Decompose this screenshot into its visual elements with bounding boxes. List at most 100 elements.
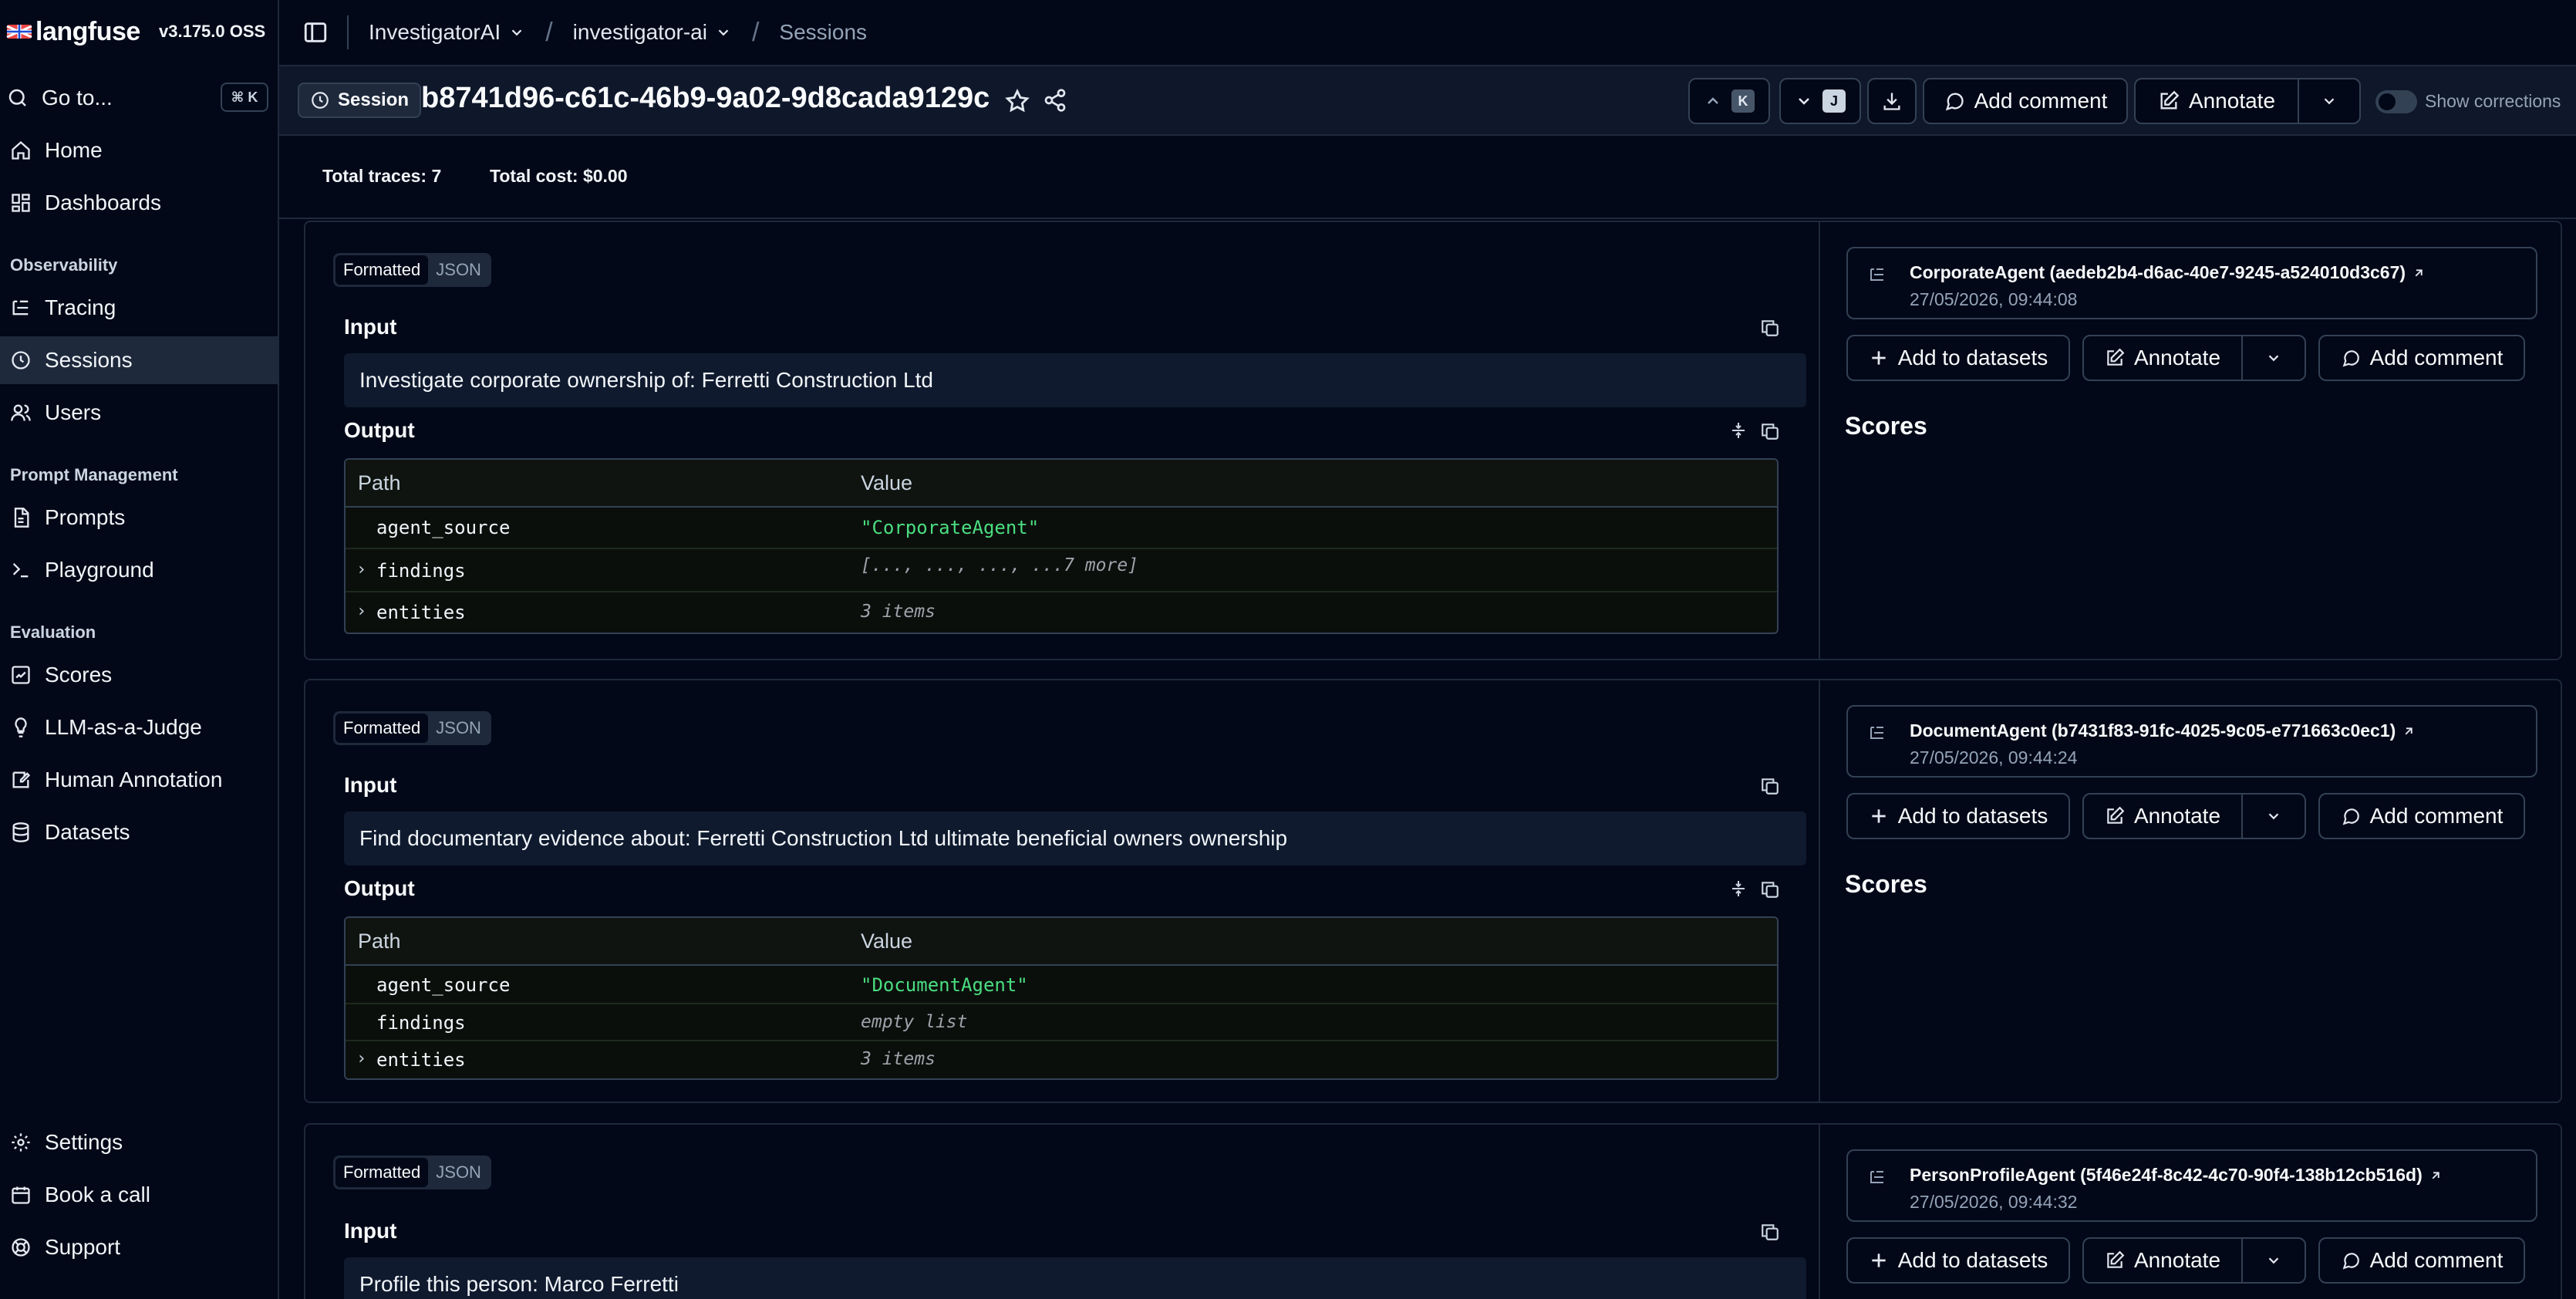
trace-timestamp: 27/05/2026, 09:44:32 [1910,1192,2078,1212]
sidebar-item-llm-as-a-judge[interactable]: LLM-as-a-Judge [0,703,278,751]
json-tab[interactable]: JSON [428,255,489,285]
next-session-button[interactable]: J [1779,78,1861,124]
tracing-icon [1870,727,1883,739]
show-corrections-toggle[interactable] [2375,90,2417,113]
copy-output-button[interactable] [1760,421,1780,441]
goto-search[interactable]: Go to... ⌘ K [6,81,268,115]
chevron-right-icon[interactable]: › [356,602,366,621]
breadcrumb-page[interactable]: Sessions [779,20,867,45]
download-icon [1883,93,1900,110]
add-to-datasets-button[interactable]: Add to datasets [1846,335,2070,381]
sidebar-item-playground[interactable]: Playground [0,546,278,594]
annotate-dropdown-button[interactable] [2241,1237,2306,1284]
sidebar-item-label: Support [45,1235,121,1259]
annotate-dropdown-button[interactable] [2241,793,2306,839]
add-comment-label: Add comment [2369,804,2504,828]
trace-name: DocumentAgent (b7431f83-91fc-4025-9c05-e… [1910,720,2416,741]
sidebar-item-support[interactable]: Support [0,1223,278,1271]
annotate-icon [2160,90,2180,110]
sidebar-item-human-annotation[interactable]: Human Annotation [0,756,278,804]
table-row[interactable]: › findings [..., ..., ..., ...7 more] [346,549,1777,592]
formatted-tab[interactable]: Formatted [335,1158,429,1187]
chevron-up-icon [1708,97,1718,104]
sidebar-toggle-button[interactable] [302,19,329,46]
org-name: InvestigatorAI [369,20,501,44]
sidebar-item-label: Human Annotation [45,768,223,791]
trace-link[interactable]: PersonProfileAgent (5f46e24f-8c42-4c70-9… [1846,1149,2537,1222]
trace-link[interactable]: DocumentAgent (b7431f83-91fc-4025-9c05-e… [1846,705,2537,778]
breadcrumb-project[interactable]: investigator-ai [573,20,732,45]
formatted-tab[interactable]: Formatted [335,255,429,285]
add-to-datasets-button[interactable]: Add to datasets [1846,1237,2070,1284]
session-badge: Session [298,83,422,118]
sidebar-item-prompts[interactable]: Prompts [0,494,278,542]
section-label-observability: Observability [10,255,118,275]
formatted-tab[interactable]: Formatted [335,714,429,743]
dashboard-icon [9,191,32,214]
sidebar-item-tracing[interactable]: Tracing [0,284,278,332]
trace-meta-panel: DocumentAgent (b7431f83-91fc-4025-9c05-e… [1822,680,2561,1102]
annotate-button[interactable]: Annotate [2082,1237,2243,1284]
add-to-datasets-button[interactable]: Add to datasets [1846,793,2070,839]
table-row: findings empty list [346,1004,1777,1041]
chevron-right-icon[interactable]: › [356,560,366,579]
copy-output-button[interactable] [1760,879,1780,899]
collapse-output-button[interactable] [1729,879,1748,898]
output-table: Path Value agent_source "CorporateAgent"… [344,458,1779,634]
input-title: Input [344,1219,397,1243]
sidebar-item-users[interactable]: Users [0,389,278,437]
collapse-icon [1732,881,1745,896]
session-totals: Total traces: 7 Total cost: $0.00 [279,136,2576,219]
annotate-dropdown-button[interactable] [2298,78,2361,124]
goto-label: Go to... [42,86,113,110]
sidebar-item-datasets[interactable]: Datasets [0,808,278,856]
sidebar-item-settings[interactable]: Settings [0,1118,278,1166]
json-tab[interactable]: JSON [428,1158,489,1187]
share-button[interactable] [1043,88,1067,113]
row-path: findings [376,1012,466,1034]
annotate-dropdown-button[interactable] [2241,335,2306,381]
view-mode-toggle[interactable]: Formatted JSON [333,711,491,745]
add-comment-button[interactable]: Add comment [2318,793,2525,839]
trace-link[interactable]: CorporateAgent (aedeb2b4-d6ac-40e7-9245-… [1846,247,2537,319]
json-tab[interactable]: JSON [428,714,489,743]
add-comment-button[interactable]: Add comment [2318,335,2525,381]
view-mode-toggle[interactable]: Formatted JSON [333,253,491,287]
sidebar-item-label: Playground [45,558,154,582]
annotation-icon [9,768,32,791]
star-button[interactable] [1004,88,1030,114]
sidebar-item-sessions[interactable]: Sessions [0,336,278,384]
annotate-button[interactable]: Annotate [2082,793,2243,839]
langfuse-logo[interactable]: langfuse [6,12,140,51]
view-mode-toggle[interactable]: Formatted JSON [333,1156,491,1189]
annotate-button[interactable]: Annotate [2082,335,2243,381]
table-row[interactable]: › entities 3 items [346,592,1777,633]
database-icon [9,821,32,844]
sidebar-item-home[interactable]: Home [0,127,278,174]
row-path: entities [376,602,466,623]
table-row[interactable]: › entities 3 items [346,1041,1777,1078]
annotate-icon [2107,1250,2125,1268]
breadcrumb-separator: / [751,17,760,47]
copy-input-button[interactable] [1760,776,1780,796]
share-icon [1044,89,1066,112]
collapse-output-button[interactable] [1729,421,1748,440]
output-table: Path Value agent_source "DocumentAgent" … [344,916,1779,1080]
section-label-evaluation: Evaluation [10,623,96,642]
trace-name-text: CorporateAgent (aedeb2b4-d6ac-40e7-9245-… [1910,262,2406,282]
chevron-right-icon[interactable]: › [356,1049,366,1068]
download-button[interactable] [1867,78,1917,124]
previous-session-button[interactable]: K [1688,78,1770,124]
sidebar-item-book-a-call[interactable]: Book a call [0,1171,278,1219]
sidebar-item-label: Book a call [45,1183,150,1206]
home-icon [9,139,32,162]
sidebar-item-scores[interactable]: Scores [0,651,278,699]
sidebar-item-dashboards[interactable]: Dashboards [0,179,278,227]
annotate-button[interactable]: Annotate [2134,78,2299,124]
breadcrumb-org[interactable]: InvestigatorAI [369,20,525,45]
add-comment-button[interactable]: Add comment [2318,1237,2525,1284]
chevron-down-icon [718,29,729,36]
copy-input-button[interactable] [1760,1222,1780,1242]
copy-input-button[interactable] [1760,318,1780,338]
add-comment-button[interactable]: Add comment [1923,78,2128,124]
